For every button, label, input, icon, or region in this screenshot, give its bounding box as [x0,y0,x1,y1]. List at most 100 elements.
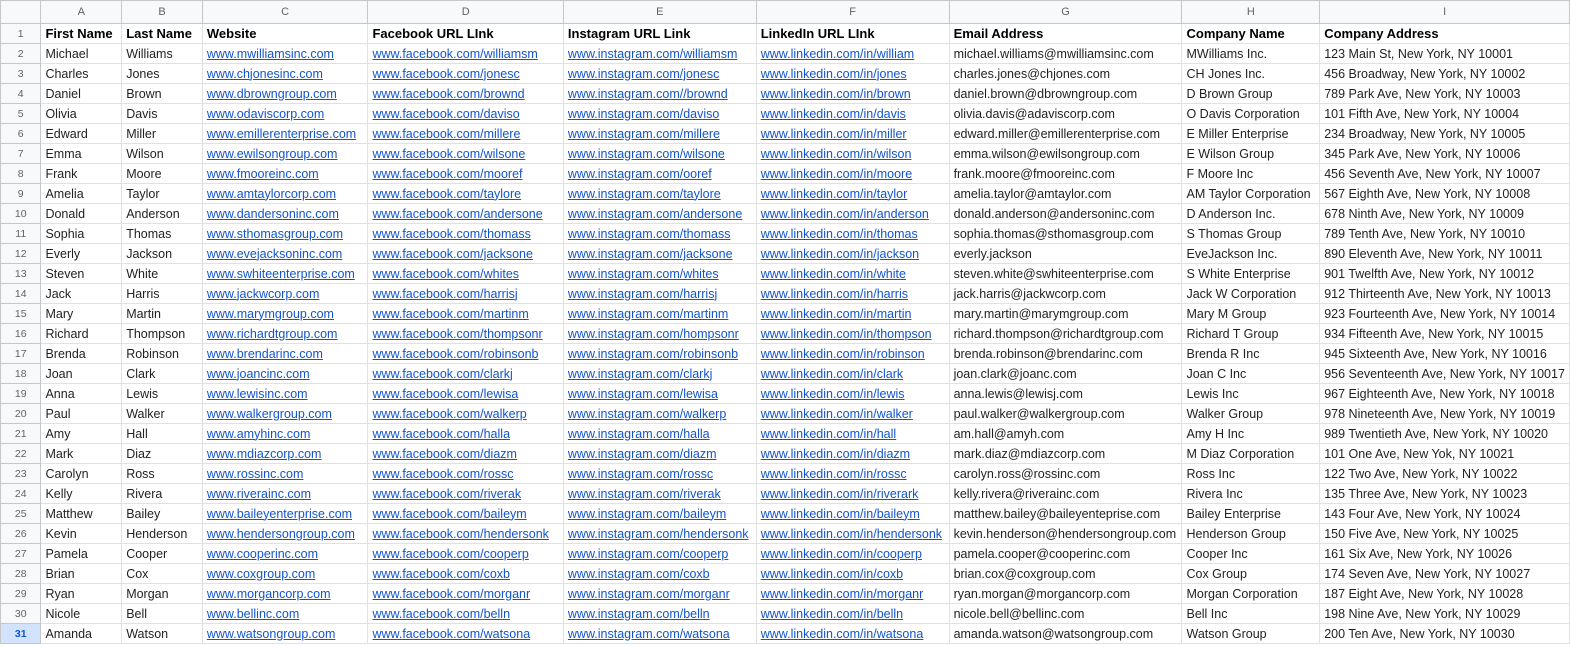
cell[interactable]: Jones [121,63,203,84]
link-cell[interactable]: www.odaviscorp.com [201,103,369,124]
link-cell[interactable]: www.linkedin.com/in/walker [755,403,950,424]
link-cell[interactable]: www.instagram.com/coxb [562,563,757,584]
link-cell[interactable]: www.facebook.com/morganr [367,583,564,604]
cell[interactable]: Carolyn [40,463,123,484]
link-cell[interactable]: www.instagram.com/belln [562,603,757,624]
row-number[interactable]: 13 [0,263,42,284]
cell[interactable]: 456 Broadway, New York, NY 10002 [1319,63,1570,84]
row-number[interactable]: 5 [0,103,42,124]
cell[interactable]: daniel.brown@dbrowngroup.com [948,83,1183,104]
spreadsheet-grid[interactable]: ABCDEFGHI 1 First Name Last Name Website Fac… [0,0,1570,647]
column-title-cell[interactable]: Last Name [121,23,203,44]
cell[interactable]: O Davis Corporation [1181,103,1321,124]
cell[interactable]: Morgan Corporation [1181,583,1321,604]
cell[interactable]: Matthew [40,503,123,524]
cell[interactable]: Amelia [40,183,123,204]
column-title-cell[interactable]: Company Name [1181,23,1321,44]
link-cell[interactable]: www.linkedin.com/in/morganr [755,583,950,604]
cell[interactable]: Amy H Inc [1181,423,1321,444]
link-cell[interactable]: www.facebook.com/wilsone [367,143,564,164]
link-cell[interactable]: www.linkedin.com/in/diazm [755,443,950,464]
cell[interactable]: charles.jones@chjones.com [948,63,1183,84]
cell[interactable]: Joan [40,363,123,384]
link-cell[interactable]: www.linkedin.com/in/watsona [755,623,950,644]
row-number[interactable]: 10 [0,203,42,224]
cell[interactable]: donald.anderson@andersoninc.com [948,203,1183,224]
cell[interactable]: 101 One Ave, New Yok, NY 10021 [1319,443,1570,464]
cell[interactable]: kelly.rivera@riverainc.com [948,483,1183,504]
cell[interactable]: 923 Fourteenth Ave, New York, NY 10014 [1319,303,1570,324]
cell[interactable]: Brenda R Inc [1181,343,1321,364]
link-cell[interactable]: www.facebook.com/coxb [367,563,564,584]
link-cell[interactable]: www.linkedin.com/in/taylor [755,183,950,204]
cell[interactable]: Walker Group [1181,403,1321,424]
cell[interactable]: Paul [40,403,123,424]
cell[interactable]: AM Taylor Corporation [1181,183,1321,204]
link-cell[interactable]: www.instagram.com//brownd [562,83,757,104]
link-cell[interactable]: www.jackwcorp.com [201,283,369,304]
link-cell[interactable]: www.linkedin.com/in/hendersonk [755,523,950,544]
link-cell[interactable]: www.watsongroup.com [201,623,369,644]
cell[interactable]: 135 Three Ave, New York, NY 10023 [1319,483,1570,504]
link-cell[interactable]: www.facebook.com/baileym [367,503,564,524]
cell[interactable]: Watson Group [1181,623,1321,644]
row-number[interactable]: 14 [0,283,42,304]
cell[interactable]: Watson [121,623,203,644]
cell[interactable]: 174 Seven Ave, New York, NY 10027 [1319,563,1570,584]
cell[interactable]: Walker [121,403,203,424]
link-cell[interactable]: www.evejacksoninc.com [201,243,369,264]
cell[interactable]: 150 Five Ave, New York, NY 10025 [1319,523,1570,544]
link-cell[interactable]: www.linkedin.com/in/clark [755,363,950,384]
link-cell[interactable]: www.linkedin.com/in/brown [755,83,950,104]
row-number[interactable]: 26 [0,523,42,544]
column-title-cell[interactable]: Company Address [1319,23,1570,44]
link-cell[interactable]: www.instagram.com/baileym [562,503,757,524]
link-cell[interactable]: www.instagram.com/harrisj [562,283,757,304]
row-number[interactable]: 17 [0,343,42,364]
link-cell[interactable]: www.instagram.com/jonesc [562,63,757,84]
cell[interactable]: Kevin [40,523,123,544]
link-cell[interactable]: www.facebook.com/daviso [367,103,564,124]
link-cell[interactable]: www.facebook.com/robinsonb [367,343,564,364]
link-cell[interactable]: www.instagram.com/taylore [562,183,757,204]
cell[interactable]: joan.clark@joanc.com [948,363,1183,384]
link-cell[interactable]: www.instagram.com/morganr [562,583,757,604]
link-cell[interactable]: www.mdiazcorp.com [201,443,369,464]
link-cell[interactable]: www.facebook.com/clarkj [367,363,564,384]
link-cell[interactable]: www.linkedin.com/in/rossc [755,463,950,484]
row-number[interactable]: 6 [0,123,42,144]
link-cell[interactable]: www.sthomasgroup.com [201,223,369,244]
link-cell[interactable]: www.morgancorp.com [201,583,369,604]
cell[interactable]: Bell Inc [1181,603,1321,624]
link-cell[interactable]: www.instagram.com/diazm [562,443,757,464]
column-title-cell[interactable]: First Name [40,23,123,44]
link-cell[interactable]: www.cooperinc.com [201,543,369,564]
cell[interactable]: Taylor [121,183,203,204]
row-number[interactable]: 9 [0,183,42,204]
link-cell[interactable]: www.facebook.com/taylore [367,183,564,204]
link-cell[interactable]: www.linkedin.com/in/riverark [755,483,950,504]
link-cell[interactable]: www.facebook.com/whites [367,263,564,284]
link-cell[interactable]: www.dbrowngroup.com [201,83,369,104]
link-cell[interactable]: www.facebook.com/riverak [367,483,564,504]
cell[interactable]: 678 Ninth Ave, New York, NY 10009 [1319,203,1570,224]
cell[interactable]: 901 Twelfth Ave, New York, NY 10012 [1319,263,1570,284]
cell[interactable]: edward.miller@emillerenterprise.com [948,123,1183,144]
cell[interactable]: M Diaz Corporation [1181,443,1321,464]
cell[interactable]: 143 Four Ave, New York, NY 10024 [1319,503,1570,524]
cell[interactable]: Emma [40,143,123,164]
cell[interactable]: amanda.watson@watsongroup.com [948,623,1183,644]
column-title-cell[interactable]: Website [201,23,369,44]
link-cell[interactable]: www.linkedin.com/in/coxb [755,563,950,584]
row-number[interactable]: 15 [0,303,42,324]
cell[interactable]: Nicole [40,603,123,624]
cell[interactable]: 122 Two Ave, New York, NY 10022 [1319,463,1570,484]
row-number[interactable]: 29 [0,583,42,604]
link-cell[interactable]: www.facebook.com/thomass [367,223,564,244]
cell[interactable]: MWilliams Inc. [1181,43,1321,64]
cell[interactable]: michael.williams@mwilliamsinc.com [948,43,1183,64]
link-cell[interactable]: www.instagram.com/walkerp [562,403,757,424]
cell[interactable]: 161 Six Ave, New York, NY 10026 [1319,543,1570,564]
link-cell[interactable]: www.facebook.com/brownd [367,83,564,104]
cell[interactable]: everly.jackson [948,243,1183,264]
